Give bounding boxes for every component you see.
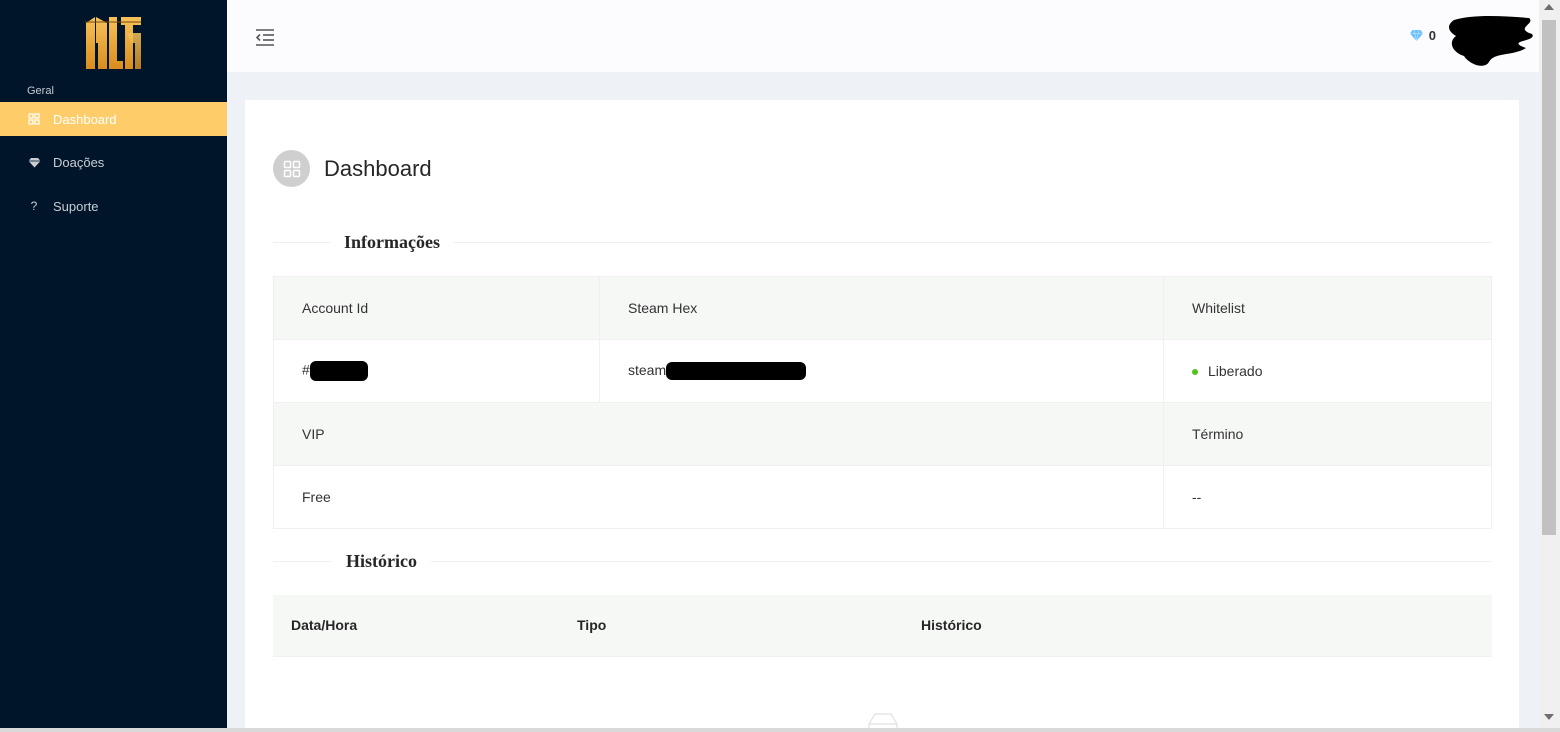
vip-label: VIP [273,402,1164,466]
grid-icon [273,150,310,187]
alta-logo[interactable] [83,13,143,71]
termino-value: -- [1163,465,1492,529]
sidebar-item-label: Dashboard [53,111,117,127]
section-title-informacoes: Informações [330,232,454,253]
whitelist-status: Liberado [1208,363,1263,379]
steam-hex-value: steam [599,339,1164,403]
column-header-tipo[interactable]: Tipo [577,617,606,633]
page-title: Dashboard [324,155,432,181]
diamond-icon [27,157,41,168]
table-row: Account Id Steam Hex Whitelist [273,276,1492,340]
window-bottom-border [0,728,1560,732]
history-table-header: Data/Hora Tipo Histórico [273,595,1492,657]
table-row: Free -- [273,465,1492,529]
whitelist-label: Whitelist [1163,276,1492,340]
page-header: Dashboard [273,150,432,187]
diamond-icon [1409,29,1423,42]
sidebar-item-doacoes[interactable]: Doações [0,145,227,179]
user-menu[interactable] [1444,12,1539,70]
table-row: VIP Término [273,402,1492,466]
sidebar-item-label: Doações [53,154,105,170]
sidebar-item-suporte[interactable]: ? Suporte [0,189,227,223]
sidebar-item-label: Suporte [53,198,99,214]
vip-value: Free [273,465,1164,529]
top-header: 0 [227,0,1539,72]
scroll-down-icon[interactable] [1544,714,1554,720]
column-header-historico[interactable]: Histórico [921,617,982,633]
account-id-value: # [273,339,600,403]
sidebar: Geral Dashboard Doações ? Suporte [0,0,227,732]
vertical-scrollbar[interactable] [1539,0,1560,728]
redaction [666,362,807,381]
question-icon: ? [30,199,38,213]
section-divider [273,561,1492,562]
termino-label: Término [1163,402,1492,466]
table-row: # steam Liberado [273,339,1492,403]
info-table: Account Id Steam Hex Whitelist # steam L… [273,276,1492,529]
content-card: Dashboard Informações Account Id Steam H… [245,100,1519,732]
menu-fold-icon[interactable] [254,26,276,48]
status-dot [1192,369,1198,376]
scroll-up-icon[interactable] [1544,4,1554,10]
gem-balance: 0 [1409,28,1436,43]
section-title-historico: Histórico [332,551,431,572]
steam-hex-label: Steam Hex [599,276,1164,340]
section-divider [273,242,1492,243]
menu-group-label: Geral [27,85,54,97]
grid-icon [27,113,41,125]
account-id-label: Account Id [273,276,600,340]
scroll-thumb[interactable] [1542,20,1556,535]
gem-count: 0 [1428,28,1436,43]
whitelist-value: Liberado [1163,339,1492,403]
redaction [309,361,368,381]
column-header-data-hora[interactable]: Data/Hora [291,617,357,633]
sidebar-item-dashboard[interactable]: Dashboard [0,102,227,136]
